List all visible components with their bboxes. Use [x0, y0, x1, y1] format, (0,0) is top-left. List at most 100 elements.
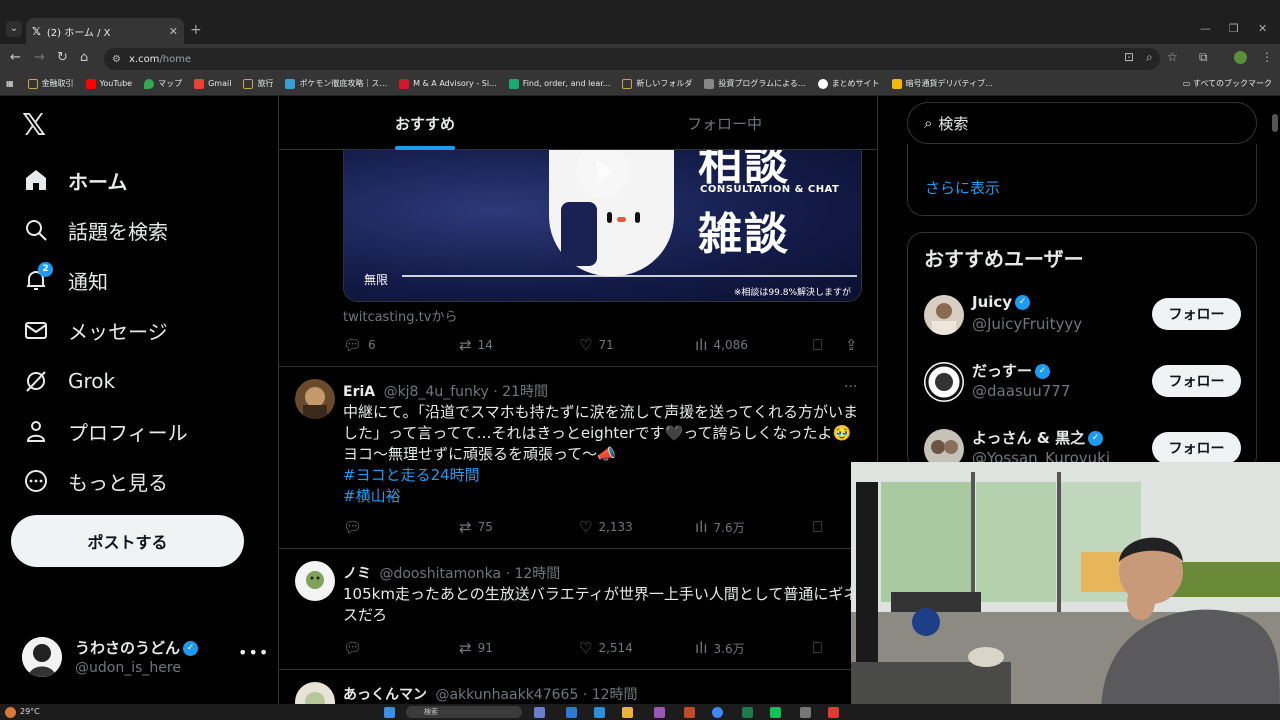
page-scrollbar[interactable] — [1272, 114, 1278, 132]
reply-button[interactable]: 💬︎ — [343, 518, 368, 536]
taskbar-app-icon[interactable] — [654, 707, 665, 718]
bookmark-item[interactable]: 新しいフォルダ — [622, 78, 692, 89]
nav-more[interactable]: もっと見る — [22, 463, 168, 499]
follow-button[interactable]: フォロー — [1152, 298, 1241, 330]
reload-icon[interactable]: ↻ — [57, 50, 68, 65]
nav-messages[interactable]: メッセージ — [22, 312, 168, 348]
nav-explore[interactable]: 話題を検索 — [22, 212, 168, 248]
suggested-user[interactable]: Juicy ✓ @JuicyFruityyy フォロー — [924, 293, 1242, 337]
install-icon[interactable]: ⊡ — [1124, 50, 1134, 64]
new-tab-button[interactable]: + — [190, 22, 202, 38]
tweet-time[interactable]: · 12時間 — [506, 566, 561, 582]
weather-temp[interactable]: 29°C — [20, 707, 40, 716]
taskbar-app-icon[interactable] — [828, 707, 839, 718]
hashtag-link[interactable]: #横山裕 — [343, 486, 863, 507]
taskbar-app-icon[interactable] — [566, 707, 577, 718]
zoom-icon[interactable]: ⌕ — [1146, 50, 1153, 65]
nav-notifications[interactable]: 2 通知 — [22, 262, 108, 298]
bookmark-item[interactable]: ポケモン徹底攻略｜ス... — [285, 78, 387, 89]
views-button[interactable]: ılı 4,086 — [695, 336, 748, 354]
tweet-time[interactable]: · 12時間 — [583, 687, 638, 703]
tweet-handle[interactable]: @dooshitamonka — [379, 566, 501, 582]
avatar[interactable] — [295, 682, 335, 704]
link-source[interactable]: twitcasting.tvから — [343, 306, 457, 325]
taskbar-search[interactable]: 検索 — [406, 706, 522, 718]
bookmark-button[interactable]: ⎕ — [813, 518, 828, 536]
taskbar-app-icon[interactable] — [594, 707, 605, 718]
bookmark-item[interactable]: M & A Advisory - Si... — [399, 78, 497, 89]
bookmark-item[interactable]: 投資プログラムによる... — [704, 78, 806, 89]
tab-following[interactable]: フォロー中 — [687, 113, 762, 134]
back-arrow-icon[interactable]: ← — [10, 50, 21, 65]
bookmark-item[interactable]: Gmail — [194, 78, 231, 89]
search-input[interactable]: ⌕ 検索 — [907, 102, 1257, 144]
views-button[interactable]: ılı 3.6万 — [695, 639, 745, 657]
taskbar-app-icon[interactable] — [800, 707, 811, 718]
restore-icon[interactable]: ❐ — [1229, 22, 1239, 35]
taskbar-app-icon[interactable] — [684, 707, 695, 718]
bookmark-item[interactable]: 金融取引 — [27, 78, 74, 89]
avatar[interactable] — [295, 561, 335, 601]
bookmark-item[interactable]: Find, order, and lear... — [508, 78, 610, 89]
views-button[interactable]: ılı 7.6万 — [695, 518, 745, 536]
bookmark-button[interactable]: ⎕ — [813, 639, 828, 657]
tweet-author[interactable]: EriA — [343, 384, 375, 400]
weather-icon[interactable] — [5, 707, 16, 718]
bookmark-item[interactable]: 旅行 — [243, 78, 273, 89]
extensions-icon[interactable]: ⧉ — [1199, 50, 1208, 65]
bookmark-item[interactable]: 暗号通貨デリバティブ... — [891, 78, 993, 89]
avatar[interactable] — [295, 379, 335, 419]
apps-grid-icon[interactable]: ▦ — [6, 79, 14, 88]
account-more-icon[interactable]: ••• — [238, 643, 269, 662]
reply-button[interactable]: 💬︎ 6 — [343, 336, 376, 354]
tab-search-button[interactable]: ⌄ — [6, 21, 22, 37]
all-bookmarks-folder[interactable]: ▭ すべてのブックマーク — [1183, 78, 1272, 89]
home-button-icon[interactable]: ⌂ — [80, 50, 88, 65]
line-icon[interactable] — [770, 707, 781, 718]
forward-arrow-icon[interactable]: → — [34, 50, 45, 65]
close-window-icon[interactable]: ✕ — [1258, 22, 1267, 35]
bookmark-item[interactable]: まとめサイト — [817, 78, 880, 89]
repost-button[interactable]: ⇄ 91 — [459, 639, 493, 657]
minimize-icon[interactable]: — — [1200, 22, 1211, 35]
tweet-more-icon[interactable]: ··· — [844, 379, 857, 395]
browser-tab[interactable]: 𝕏 (2) ホーム / X ✕ — [26, 18, 184, 44]
tweet-handle[interactable]: @kj8_4u_funky — [384, 384, 489, 400]
like-button[interactable]: ♡ 2,133 — [579, 518, 633, 536]
x-logo-icon[interactable]: 𝕏 — [22, 108, 46, 143]
suggested-user[interactable]: だっすー ✓ @daasuu777 フォロー — [924, 360, 1242, 404]
reply-button[interactable]: 💬︎ — [343, 639, 368, 657]
menu-dots-icon[interactable]: ⋮ — [1261, 50, 1273, 64]
close-tab-icon[interactable]: ✕ — [169, 25, 178, 38]
tweet-author[interactable]: あっくんマン — [343, 687, 427, 703]
nav-grok[interactable]: Grok — [22, 363, 115, 399]
post-button[interactable]: ポストする — [11, 515, 244, 567]
site-info-icon[interactable]: ⚙ — [112, 54, 121, 65]
account-switcher[interactable]: うわさのうどん ✓ @udon_is_here ••• — [22, 635, 272, 683]
repost-button[interactable]: ⇄ 75 — [459, 518, 493, 536]
chrome-icon[interactable] — [712, 707, 723, 718]
tab-for-you[interactable]: おすすめ — [395, 113, 455, 134]
file-explorer-icon[interactable] — [622, 707, 633, 718]
tweet-time[interactable]: · 21時間 — [493, 384, 548, 400]
show-more-link[interactable]: さらに表示 — [925, 177, 1000, 198]
nav-home[interactable]: ホーム — [22, 162, 127, 198]
profile-avatar[interactable] — [1234, 51, 1247, 64]
bookmark-item[interactable]: マップ — [144, 78, 182, 89]
bookmark-item[interactable]: YouTube — [85, 78, 132, 89]
tweet-handle[interactable]: @akkunhaakk47665 — [435, 687, 578, 703]
bookmark-button[interactable]: ⎕ — [813, 336, 828, 354]
windows-start-icon[interactable] — [384, 707, 395, 718]
bookmark-star-icon[interactable]: ☆ — [1167, 50, 1178, 64]
follow-button[interactable]: フォロー — [1152, 432, 1241, 464]
repost-button[interactable]: ⇄ 14 — [459, 336, 493, 354]
follow-button[interactable]: フォロー — [1152, 365, 1241, 397]
tweet-author[interactable]: ノミ — [343, 566, 371, 582]
nav-profile[interactable]: プロフィール — [22, 413, 188, 449]
share-button[interactable]: ⇪ — [845, 336, 864, 354]
hashtag-link[interactable]: #ヨコと走る24時間 — [343, 465, 863, 486]
taskbar-app-icon[interactable] — [534, 707, 545, 718]
like-button[interactable]: ♡ 2,514 — [579, 639, 633, 657]
video-card[interactable]: 相談 CONSULTATION & CHAT 雑談 無限 ※相談は99.8%解決… — [343, 150, 862, 302]
address-bar[interactable]: ⚙ x.com/home — [104, 48, 1160, 70]
